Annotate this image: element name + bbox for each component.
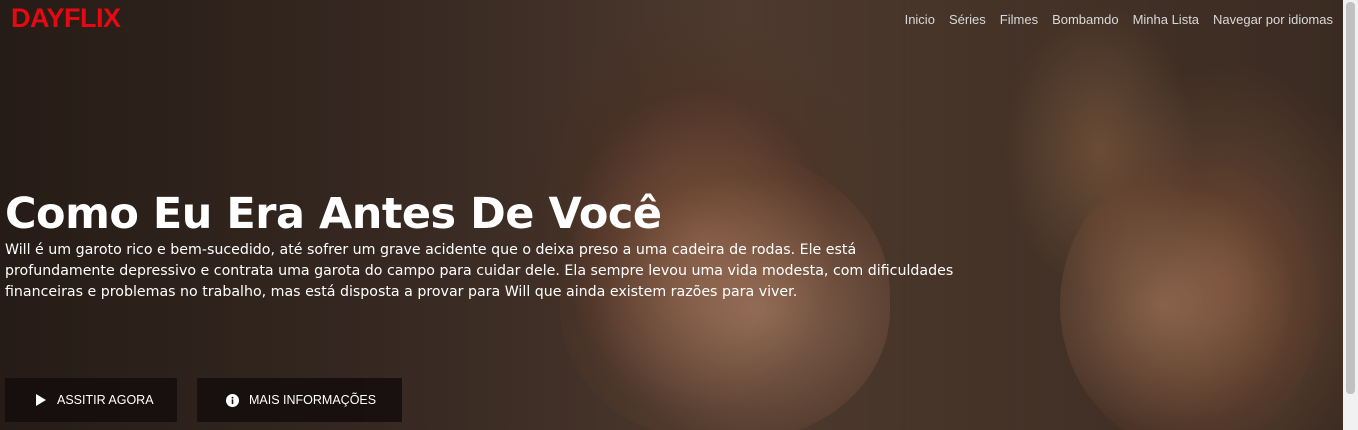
page-scrollbar[interactable] (1343, 0, 1358, 430)
hero-banner: DAYFLIX Inicio Séries Filmes Bombamdo Mi… (0, 0, 1343, 430)
play-icon (33, 393, 47, 407)
main-nav: Inicio Séries Filmes Bombamdo Minha List… (905, 12, 1333, 27)
hero-content: Como Eu Era Antes De Você Will é um garo… (5, 188, 965, 303)
more-info-label: MAIS INFORMAÇÕES (249, 393, 377, 407)
dayflix-logo[interactable]: DAYFLIX (11, 3, 121, 34)
nav-item-series[interactable]: Séries (949, 12, 986, 27)
nav-item-minha-lista[interactable]: Minha Lista (1133, 12, 1199, 27)
scrollbar-thumb[interactable] (1346, 2, 1355, 394)
hero-actions: ASSITIR AGORA MAIS INFORMAÇÕES (5, 378, 402, 422)
hero-background-image-secondary (1060, 160, 1320, 430)
nav-item-filmes[interactable]: Filmes (1000, 12, 1038, 27)
more-info-button[interactable]: MAIS INFORMAÇÕES (197, 378, 402, 422)
hero-description: Will é um garoto rico e bem-sucedido, at… (5, 242, 954, 300)
info-icon (225, 393, 239, 407)
watch-now-button[interactable]: ASSITIR AGORA (5, 378, 177, 422)
top-navigation-bar: DAYFLIX Inicio Séries Filmes Bombamdo Mi… (0, 0, 1343, 44)
watch-now-label: ASSITIR AGORA (57, 393, 154, 407)
nav-item-bombando[interactable]: Bombamdo (1052, 12, 1118, 27)
hero-title: Como Eu Era Antes De Você (5, 189, 662, 239)
nav-item-navegar-por-idiomas[interactable]: Navegar por idiomas (1213, 12, 1333, 27)
nav-item-inicio[interactable]: Inicio (905, 12, 935, 27)
